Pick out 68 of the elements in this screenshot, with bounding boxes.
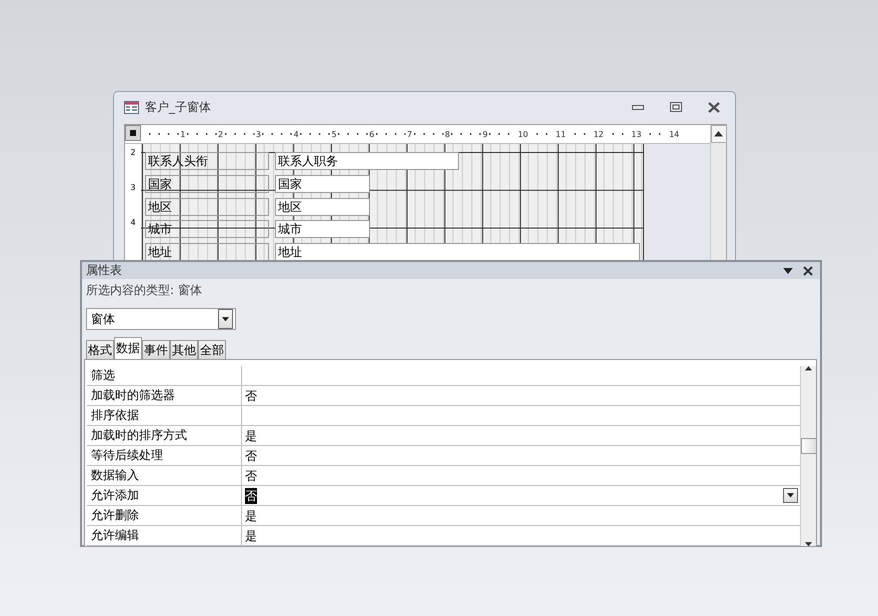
ruler-mark: 10 <box>516 130 530 138</box>
property-name[interactable]: 允许删除 <box>87 506 242 525</box>
selection-type-label: 所选内容的类型: 窗体 <box>85 282 203 299</box>
ruler-mark: 2 <box>217 130 224 138</box>
property-name[interactable]: 加载时的筛选器 <box>87 386 242 405</box>
close-button[interactable] <box>802 264 814 276</box>
label-control[interactable]: 地区 <box>145 198 269 216</box>
ruler-mark: 4 <box>292 130 300 138</box>
property-value[interactable]: 否 <box>245 468 257 484</box>
property-value[interactable]: 否 <box>245 388 257 404</box>
label-control[interactable]: 国家 <box>145 174 269 193</box>
property-value[interactable]: 是 <box>245 528 257 544</box>
scroll-up-button[interactable] <box>710 125 726 143</box>
close-icon <box>803 266 813 276</box>
select-form-button[interactable] <box>125 125 141 141</box>
text-box-control[interactable]: 地区 <box>275 198 370 216</box>
window-title: 客户_子窗体 <box>145 98 212 116</box>
property-name[interactable]: 允许编辑 <box>87 526 242 545</box>
square-icon <box>130 130 136 136</box>
property-value[interactable]: 是 <box>245 428 257 444</box>
tab[interactable]: 其他 <box>170 340 198 359</box>
ruler-mark: 1 <box>179 130 186 138</box>
property-value[interactable]: 否 <box>245 448 257 464</box>
property-value[interactable]: 否 <box>245 488 257 504</box>
panel-title: 属性表 <box>86 262 123 279</box>
ruler-mark: 5 <box>330 130 338 138</box>
object-selector[interactable]: 窗体 <box>86 308 236 330</box>
property-name[interactable]: 加载时的排序方式 <box>87 426 242 445</box>
tab[interactable]: 全部 <box>198 340 226 359</box>
ruler-mark: 13 <box>630 130 642 138</box>
text-box-control[interactable]: 城市 <box>275 220 370 238</box>
ruler-mark: 12 <box>592 130 605 138</box>
tab[interactable]: 事件 <box>142 340 170 359</box>
ruler-mark: 8 <box>444 130 451 138</box>
scroll-up-icon <box>805 366 812 370</box>
ruler-mark: 3 <box>254 130 262 138</box>
scroll-down-icon <box>805 542 812 546</box>
form-icon <box>124 100 139 114</box>
property-name[interactable]: 等待后续处理 <box>87 446 242 465</box>
close-icon <box>708 102 720 112</box>
dropdown-button[interactable] <box>218 309 233 329</box>
scroll-thumb[interactable] <box>800 438 816 454</box>
caret-icon <box>222 316 229 322</box>
ruler-mark: 2 <box>130 148 136 157</box>
property-name[interactable]: 数据输入 <box>87 466 242 485</box>
ruler-mark: 11 <box>554 130 567 138</box>
ruler-mark: 3 <box>130 183 136 192</box>
text-box-control[interactable]: 国家 <box>275 174 370 193</box>
ruler-mark: 14 <box>668 130 680 138</box>
property-value[interactable]: 是 <box>245 508 257 524</box>
property-name[interactable]: 允许添加 <box>87 486 242 505</box>
maximize-icon <box>670 102 682 112</box>
property-name[interactable]: 排序依据 <box>87 406 242 425</box>
ruler-mark: 4 <box>130 218 136 227</box>
text-box-control[interactable]: 地址 <box>275 243 640 262</box>
scrollbar[interactable] <box>800 366 816 546</box>
caret-icon <box>783 268 793 274</box>
tab[interactable]: 数据 <box>114 337 142 359</box>
ruler-mark: 7 <box>406 130 414 138</box>
minimize-icon <box>632 104 644 110</box>
ruler-mark: 9 <box>482 130 489 138</box>
scroll-up-icon <box>714 131 723 137</box>
text-box-control[interactable]: 联系人职务 <box>275 152 459 170</box>
caret-icon <box>787 493 794 498</box>
ruler-mark: 6 <box>368 130 376 138</box>
dropdown-button[interactable] <box>783 488 798 503</box>
property-name[interactable]: 筛选 <box>87 366 242 385</box>
tab[interactable]: 格式 <box>86 340 114 359</box>
